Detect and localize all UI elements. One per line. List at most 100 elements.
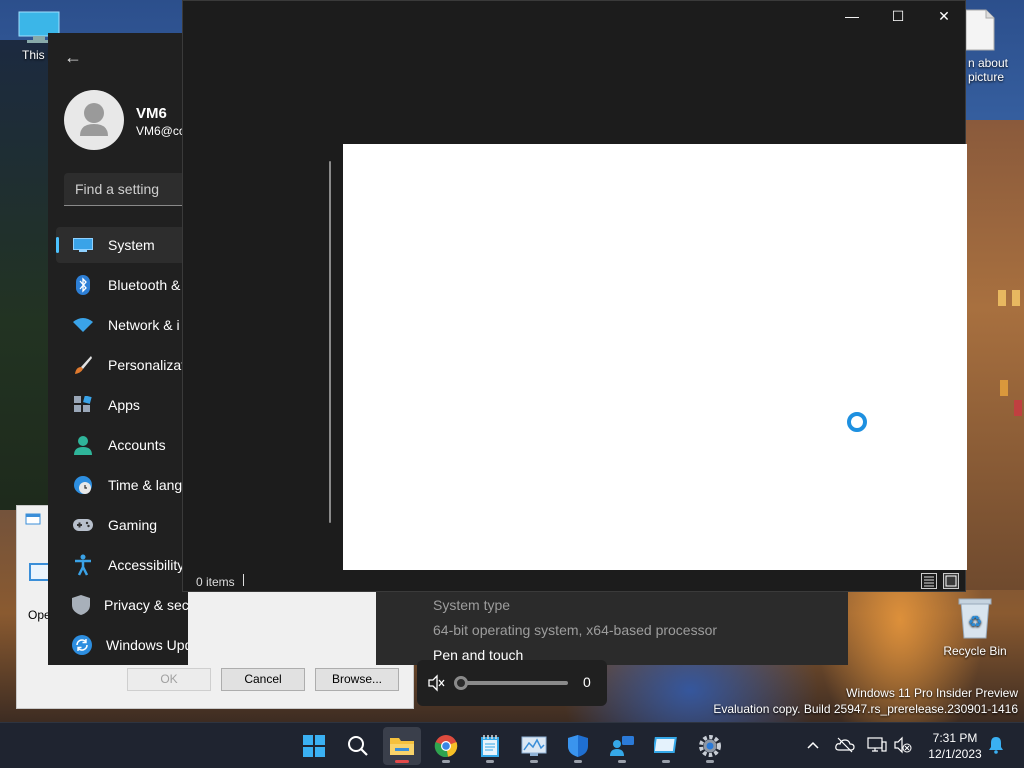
user-email: VM6@co [136,124,186,138]
taskbar-settings[interactable] [691,727,729,765]
nav-item-label: Accessibility [108,557,185,573]
content-area[interactable] [343,144,967,570]
nav-item-windows-update[interactable]: Windows Update [56,627,188,663]
chrome-icon [434,735,458,758]
nav-item-label: Apps [108,397,140,413]
nav-item-network[interactable]: Network & i [56,307,186,343]
navigation-pane[interactable] [183,145,343,569]
running-indicator [530,760,538,763]
monitor-chart-icon [521,736,547,756]
ok-button[interactable]: OK [127,668,211,691]
recycle-bin-icon: ♻ [958,598,992,639]
volume-muted-tray-icon[interactable] [893,735,913,755]
close-button[interactable]: ✕ [921,1,967,31]
running-indicator [442,760,450,763]
desktop-icon-label: Recycle Bin [943,644,1007,658]
clock-globe-icon [72,474,94,496]
start-button[interactable] [295,727,333,765]
settings-search-input[interactable]: Find a setting [64,173,188,206]
nav-item-label: Privacy & security [104,597,188,613]
system-clock[interactable]: 7:31 PM 12/1/2023 [922,730,988,762]
taskbar-system-info[interactable] [647,727,685,765]
item-count: 0 items [196,575,235,589]
large-icons-view-icon[interactable] [943,573,959,589]
minimize-button[interactable]: — [829,1,875,31]
settings-window: ← VM6 VM6@co Find a setting System Bluet… [48,33,188,665]
navigation-scrollbar[interactable] [329,161,331,523]
status-bar: 0 items [183,570,965,592]
running-indicator [486,760,494,763]
taskbar-resource-monitor[interactable] [515,727,553,765]
wallpaper-building [966,120,1024,590]
nav-item-apps[interactable]: Apps [56,387,186,423]
bluetooth-icon [72,274,94,296]
notepad-icon [481,735,499,757]
loading-spinner-icon [847,412,867,432]
details-view-icon[interactable] [921,573,937,589]
brush-icon [72,354,94,376]
nav-item-privacy-security[interactable]: Privacy & security [56,587,188,623]
clock-date: 12/1/2023 [928,747,982,761]
accessibility-icon [72,554,94,576]
user-name: VM6 [136,105,167,122]
taskbar-chrome[interactable] [427,727,465,765]
clock-time: 7:31 PM [932,731,978,745]
title-bar[interactable]: — ☐ ✕ [183,1,965,33]
avatar[interactable] [64,90,124,150]
nav-item-personalization[interactable]: Personalizat [56,347,186,383]
nav-item-accounts[interactable]: Accounts [56,427,186,463]
volume-slider-track[interactable] [458,681,568,685]
apps-icon [72,394,94,416]
taskbar-defender[interactable] [559,727,597,765]
volume-value: 0 [583,674,591,690]
person-icon [72,434,94,456]
status-separator [243,574,244,586]
shield-icon [72,594,90,616]
svg-text:♻: ♻ [968,614,982,631]
nav-item-label: Personalizat [108,357,186,373]
network-icon[interactable] [867,735,887,755]
windows-logo-icon [303,735,325,757]
folder-icon [390,738,414,755]
browse-button[interactable]: Browse... [315,668,399,691]
nav-item-label: Windows Update [106,637,188,653]
watermark-build: Evaluation copy. Build 25947.rs_prerelea… [713,702,1018,716]
cancel-button[interactable]: Cancel [221,668,305,691]
document-icon [965,9,995,51]
gear-icon [699,735,721,757]
nav-item-time-language[interactable]: Time & lang [56,467,186,503]
back-arrow-icon[interactable]: ← [64,47,84,67]
chevron-up-icon[interactable] [803,735,823,755]
settings-nav: System Bluetooth & Network & i Personali… [56,227,188,665]
volume-slider-thumb[interactable] [454,676,468,690]
shield-icon [568,735,588,757]
maximize-button[interactable]: ☐ [875,1,921,31]
nav-item-label: Time & lang [108,477,183,493]
volume-muted-icon[interactable] [427,674,445,692]
search-placeholder: Find a setting [75,181,160,197]
notification-bell-icon[interactable] [986,735,1006,755]
taskbar-quick-assist[interactable] [603,727,641,765]
file-dialog-window: — ☐ ✕ 0 items [182,0,967,592]
wifi-icon [72,314,94,336]
system-icon [72,234,94,256]
display-icon [654,737,677,753]
nav-item-gaming[interactable]: Gaming [56,507,186,543]
about-panel: System type 64-bit operating system, x64… [376,592,848,665]
running-indicator [395,760,409,763]
onedrive-offline-icon[interactable] [835,735,855,755]
running-indicator [662,760,670,763]
nav-item-system[interactable]: System [56,227,186,263]
gamepad-icon [72,514,94,536]
search-button[interactable] [339,727,377,765]
running-indicator [618,760,626,763]
desktop-icon-recycle-bin[interactable]: ♻ Recycle Bin [940,596,1010,658]
taskbar-notepad[interactable] [471,727,509,765]
nav-item-bluetooth[interactable]: Bluetooth & [56,267,186,303]
user-avatar-icon [80,103,108,136]
nav-item-label: Network & i [108,317,180,333]
nav-item-label: Gaming [108,517,158,533]
nav-item-label: System [108,237,155,253]
taskbar-file-explorer[interactable] [383,727,421,765]
nav-item-accessibility[interactable]: Accessibility [56,547,186,583]
